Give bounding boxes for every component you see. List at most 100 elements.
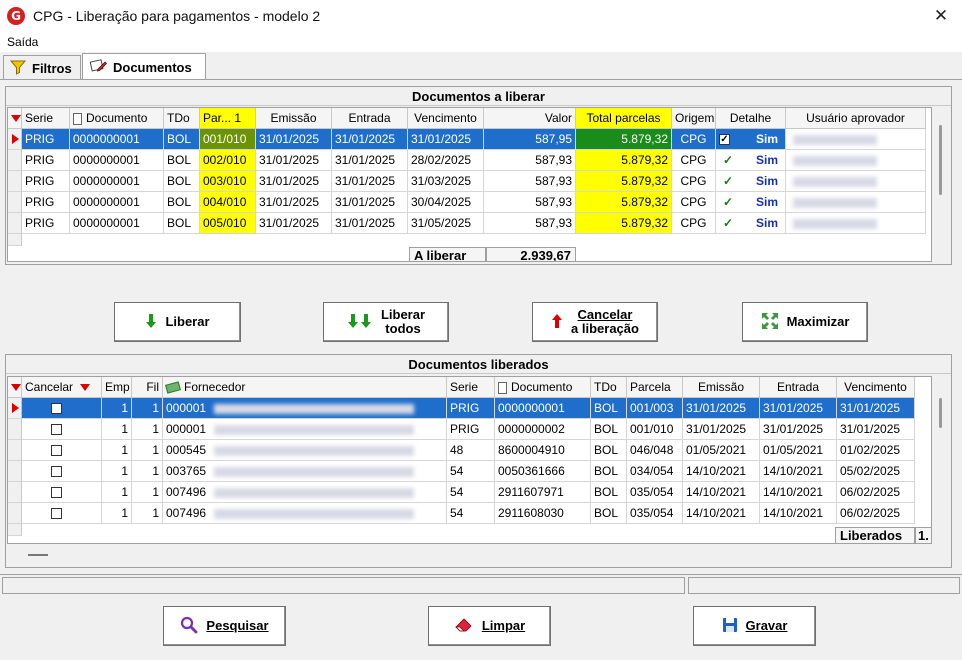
released-row[interactable]: 1 1 54 2911607971 BOL 035/054 14/10/2021 14/10/… — [8, 482, 931, 503]
col-emissao[interactable]: Emissão — [256, 108, 332, 129]
col-entrada[interactable]: Entrada — [332, 108, 408, 129]
col-tdo[interactable]: TDo — [164, 108, 200, 129]
close-icon[interactable]: ✕ — [930, 5, 952, 27]
col-detalhe[interactable]: Detalhe — [716, 108, 786, 129]
cell-detalhe[interactable]: ✓ Sim — [716, 192, 786, 213]
gravar-button[interactable]: Gravar — [693, 606, 816, 646]
pending-row[interactable]: PRIG 0000000001 BOL 002/010 31/01/2025 31/01/… — [8, 150, 931, 171]
cell-emissao: 31/01/2025 — [256, 150, 332, 171]
col-valor[interactable]: Valor — [484, 108, 576, 129]
cancel-checkbox[interactable] — [51, 466, 62, 478]
cell-fornecedor: 007496 — [163, 503, 447, 524]
pending-vertical-scrollbar[interactable] — [933, 107, 950, 262]
col-parcela[interactable]: Par... 1 — [200, 108, 256, 129]
cell-cancelar[interactable] — [22, 461, 102, 482]
cell-valor: 587,95 — [484, 129, 576, 150]
cell-cancelar[interactable] — [22, 419, 102, 440]
released-resize-grip[interactable] — [28, 554, 48, 556]
cell-entrada: 31/01/2025 — [760, 398, 837, 419]
cell-detalhe[interactable]: ✓ Sim — [716, 213, 786, 234]
pending-row[interactable]: PRIG 0000000001 BOL 005/010 31/01/2025 31/01/… — [8, 213, 931, 234]
menu-item-saida[interactable]: Saída — [7, 35, 38, 49]
col-emissao-lib[interactable]: Emissão — [683, 377, 760, 398]
col-parcela-lib[interactable]: Parcela — [627, 377, 683, 398]
liberar-button[interactable]: Liberar — [114, 302, 241, 342]
cell-documento: 0000000001 — [70, 192, 164, 213]
cell-vencimento: 06/02/2025 — [837, 482, 915, 503]
pending-row[interactable]: PRIG 0000000001 BOL 001/010 31/01/2025 31/01/… — [8, 129, 931, 150]
cell-cancelar[interactable] — [22, 482, 102, 503]
maximizar-button[interactable]: Maximizar — [742, 302, 868, 342]
cell-serie: PRIG — [447, 419, 495, 440]
row-marker — [8, 461, 22, 482]
cell-serie: 54 — [447, 503, 495, 524]
released-header-marker[interactable] — [8, 377, 22, 398]
cell-serie: PRIG — [22, 192, 70, 213]
col-tdo-lib[interactable]: TDo — [591, 377, 627, 398]
cell-usuario-aprovador — [786, 129, 926, 150]
cell-fil: 1 — [132, 440, 163, 461]
cell-total: 5.879,32 — [576, 150, 672, 171]
cancel-checkbox[interactable] — [51, 508, 62, 520]
cell-parcela: 004/010 — [200, 192, 256, 213]
sort-down-icon — [80, 384, 91, 392]
released-grid[interactable]: Cancelar Emp Fil Fornecedor Serie Docume… — [7, 376, 932, 544]
cancel-checkbox[interactable] — [51, 403, 62, 415]
released-row[interactable]: 1 1 PRIG 0000000002 BOL 001/010 31/01/2025 31/0… — [8, 419, 931, 440]
redacted-supplier-name — [214, 487, 415, 498]
app-logo-icon: G — [7, 7, 25, 25]
cell-cancelar[interactable] — [22, 503, 102, 524]
header-sort-marker[interactable] — [8, 108, 22, 129]
released-row[interactable]: 1 1 54 0050361666 BOL 034/054 14/10/2021 14/10/… — [8, 461, 931, 482]
col-fornecedor[interactable]: Fornecedor — [163, 377, 447, 398]
col-documento[interactable]: Documento — [70, 108, 164, 129]
row-marker — [8, 213, 22, 234]
tab-filtros[interactable]: Filtros — [3, 55, 81, 80]
col-fil[interactable]: Fil — [132, 377, 163, 398]
cell-fornecedor: 007496 — [163, 482, 447, 503]
cell-cancelar[interactable] — [22, 398, 102, 419]
pending-row[interactable]: PRIG 0000000001 BOL 003/010 31/01/2025 31/01/… — [8, 171, 931, 192]
redacted-user — [793, 134, 877, 145]
cell-serie: 54 — [447, 482, 495, 503]
col-origem[interactable]: Origem — [672, 108, 716, 129]
document-icon — [498, 381, 507, 394]
col-vencimento-lib[interactable]: Vencimento — [837, 377, 915, 398]
detalhe-label: Sim — [756, 195, 779, 209]
col-total-parcelas[interactable]: Total parcelas — [576, 108, 672, 129]
cell-detalhe[interactable]: ✓ Sim — [716, 171, 786, 192]
pending-row[interactable]: PRIG 0000000001 BOL 004/010 31/01/2025 31/01/… — [8, 192, 931, 213]
cancel-checkbox[interactable] — [51, 445, 62, 457]
released-scroll-thumb[interactable] — [939, 398, 942, 428]
redacted-supplier-name — [214, 445, 415, 456]
cell-valor: 587,93 — [484, 171, 576, 192]
cancelar-liberacao-button[interactable]: Cancelar a liberação — [532, 302, 658, 342]
tab-documentos[interactable]: Documentos — [82, 53, 206, 80]
liberar-todos-button[interactable]: Liberar todos — [323, 302, 449, 342]
pesquisar-button[interactable]: Pesquisar — [163, 606, 286, 646]
row-marker — [8, 440, 22, 461]
cell-tdo: BOL — [591, 482, 627, 503]
cancel-checkbox[interactable] — [51, 487, 62, 499]
cell-usuario-aprovador — [786, 171, 926, 192]
released-row[interactable]: 1 1 48 8600004910 BOL 046/048 01/05/2021 01/05/… — [8, 440, 931, 461]
limpar-button[interactable]: Limpar — [428, 606, 551, 646]
cell-cancelar[interactable] — [22, 440, 102, 461]
released-vertical-scrollbar[interactable] — [933, 376, 950, 544]
col-cancelar[interactable]: Cancelar — [22, 377, 102, 398]
cell-fil: 1 — [132, 398, 163, 419]
pending-grid[interactable]: Serie Documento TDo Par... 1 Emissão Ent… — [7, 107, 932, 262]
released-row[interactable]: 1 1 54 2911608030 BOL 035/054 14/10/2021 14/10/… — [8, 503, 931, 524]
col-emp[interactable]: Emp — [102, 377, 132, 398]
released-row[interactable]: 1 1 PRIG 0000000001 BOL 001/003 31/01/2025 31/0… — [8, 398, 931, 419]
pending-scroll-thumb[interactable] — [939, 125, 942, 195]
col-entrada-lib[interactable]: Entrada — [760, 377, 837, 398]
col-usuario-aprovador[interactable]: Usuário aprovador — [786, 108, 926, 129]
cell-detalhe[interactable]: ✓ Sim — [716, 129, 786, 150]
cell-detalhe[interactable]: ✓ Sim — [716, 150, 786, 171]
cancel-checkbox[interactable] — [51, 424, 62, 436]
col-serie[interactable]: Serie — [22, 108, 70, 129]
col-serie-lib[interactable]: Serie — [447, 377, 495, 398]
col-vencimento[interactable]: Vencimento — [408, 108, 484, 129]
col-documento-lib[interactable]: Documento — [495, 377, 591, 398]
